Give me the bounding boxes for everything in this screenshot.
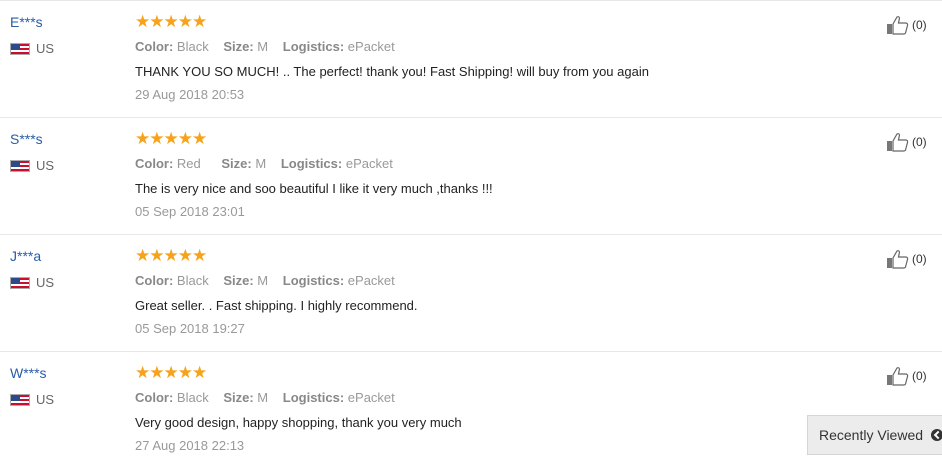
reviewer-name[interactable]: S***s: [10, 131, 43, 147]
helpful-button[interactable]: (0): [886, 249, 927, 269]
thumbs-up-icon: [887, 250, 909, 269]
color-label: Color:: [135, 390, 174, 405]
color-value: Black: [176, 39, 209, 54]
color-label: Color:: [135, 39, 174, 54]
logistics-value: ePacket: [347, 39, 395, 54]
size-label: Size:: [223, 390, 254, 405]
order-properties: Color: Black Size: M Logistics: ePacket: [135, 390, 406, 405]
review-text: Very good design, happy shopping, thank …: [135, 415, 462, 430]
size-value: M: [255, 156, 267, 171]
us-flag-icon: [10, 159, 30, 172]
star-rating: ★★★★★: [135, 363, 207, 382]
order-properties: Color: Red Size: M Logistics: ePacket: [135, 156, 404, 171]
color-label: Color:: [135, 273, 174, 288]
helpful-button[interactable]: (0): [886, 15, 927, 35]
reviewer-name[interactable]: E***s: [10, 14, 43, 30]
thumbs-up-icon: [887, 133, 909, 152]
logistics-value: ePacket: [347, 390, 395, 405]
color-label: Color:: [135, 156, 174, 171]
review-date: 05 Sep 2018 23:01: [135, 204, 245, 219]
logistics-label: Logistics:: [280, 156, 343, 171]
country-code: US: [36, 41, 55, 56]
helpful-count: (0): [912, 369, 927, 383]
review-text: Great seller. . Fast shipping. I highly …: [135, 298, 418, 313]
chevron-circle-icon: [931, 429, 942, 441]
size-value: M: [257, 39, 269, 54]
recently-viewed-label: Recently Viewed: [819, 427, 924, 443]
country-code: US: [36, 275, 55, 290]
review-date: 05 Sep 2018 19:27: [135, 321, 245, 336]
logistics-value: ePacket: [347, 273, 395, 288]
reviewer-name[interactable]: J***a: [10, 248, 41, 264]
size-label: Size:: [221, 156, 252, 171]
star-rating: ★★★★★: [135, 129, 207, 148]
reviewer-country: US: [10, 275, 54, 290]
reviewer-name[interactable]: W***s: [10, 365, 47, 381]
review-item: W***s US ★★★★★ Color: Black Size: M Logi…: [0, 351, 942, 468]
size-label: Size:: [223, 39, 254, 54]
helpful-count: (0): [912, 252, 927, 266]
reviewer-country: US: [10, 41, 54, 56]
review-item: S***s US ★★★★★ Color: Red Size: M Logist…: [0, 117, 942, 234]
order-properties: Color: Black Size: M Logistics: ePacket: [135, 273, 406, 288]
logistics-label: Logistics:: [282, 390, 345, 405]
review-item: J***a US ★★★★★ Color: Black Size: M Logi…: [0, 234, 942, 351]
review-item: E***s US ★★★★★ Color: Black Size: M Logi…: [0, 0, 942, 117]
reviewer-country: US: [10, 158, 54, 173]
recently-viewed-button[interactable]: Recently Viewed: [807, 415, 942, 455]
us-flag-icon: [10, 42, 30, 55]
logistics-value: ePacket: [345, 156, 393, 171]
color-value: Black: [176, 390, 209, 405]
review-text: The is very nice and soo beautiful I lik…: [135, 181, 493, 196]
helpful-button[interactable]: (0): [886, 366, 927, 386]
color-value: Black: [176, 273, 209, 288]
logistics-label: Logistics:: [282, 39, 345, 54]
us-flag-icon: [10, 393, 30, 406]
helpful-button[interactable]: (0): [886, 132, 927, 152]
review-text: THANK YOU SO MUCH! .. The perfect! thank…: [135, 64, 649, 79]
logistics-label: Logistics:: [282, 273, 345, 288]
review-date: 29 Aug 2018 20:53: [135, 87, 245, 102]
country-code: US: [36, 158, 55, 173]
thumbs-up-icon: [887, 367, 909, 386]
order-properties: Color: Black Size: M Logistics: ePacket: [135, 39, 406, 54]
us-flag-icon: [10, 276, 30, 289]
country-code: US: [36, 392, 55, 407]
size-value: M: [257, 273, 269, 288]
color-value: Red: [176, 156, 201, 171]
star-rating: ★★★★★: [135, 12, 207, 31]
size-label: Size:: [223, 273, 254, 288]
star-rating: ★★★★★: [135, 246, 207, 265]
reviewer-country: US: [10, 392, 54, 407]
helpful-count: (0): [912, 135, 927, 149]
review-date: 27 Aug 2018 22:13: [135, 438, 245, 453]
helpful-count: (0): [912, 18, 927, 32]
thumbs-up-icon: [887, 16, 909, 35]
size-value: M: [257, 390, 269, 405]
